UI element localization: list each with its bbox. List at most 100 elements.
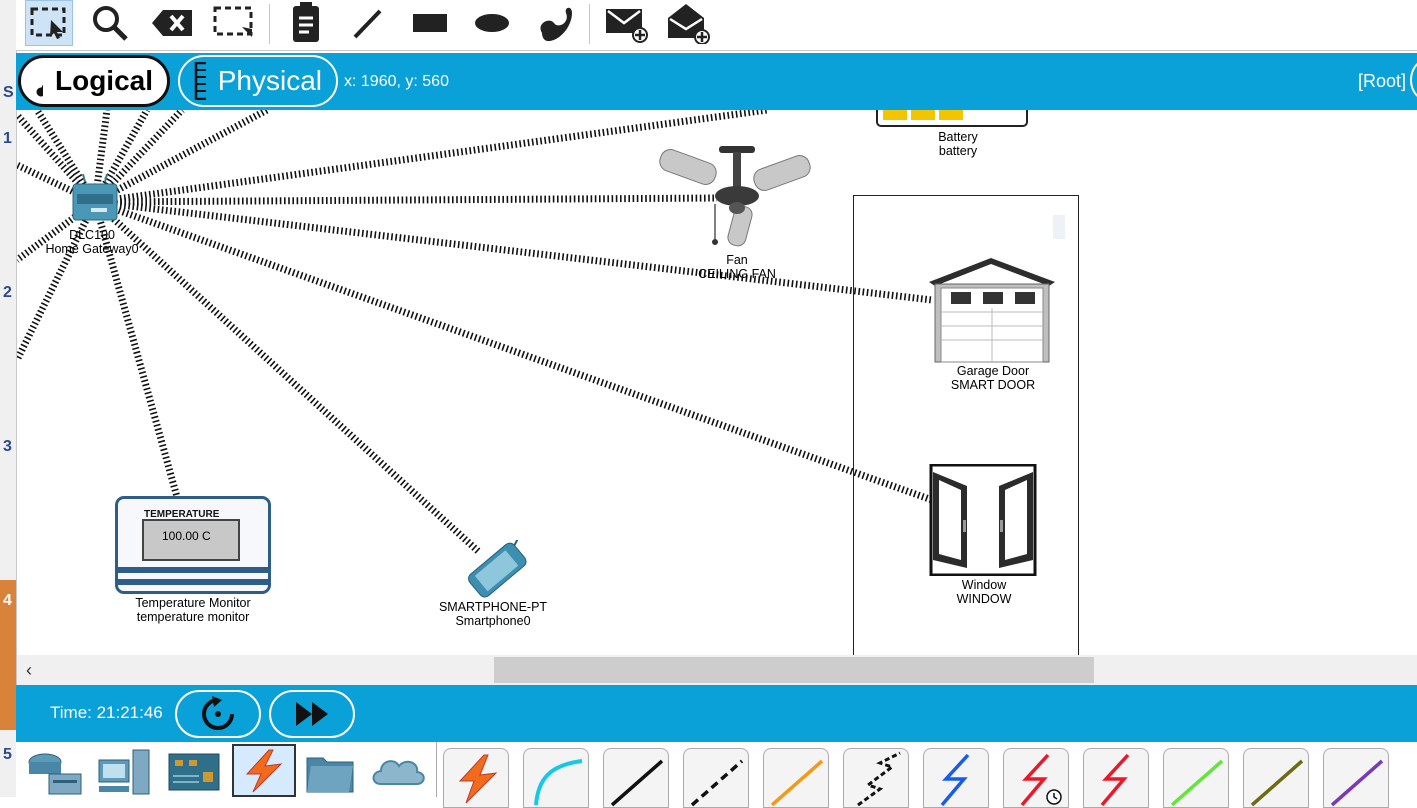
garage-door-label: Garage Door SMART DOOR [933, 364, 1053, 392]
ruler-label: 5 [3, 746, 12, 763]
fast-forward-button[interactable] [269, 690, 355, 738]
delete-tool-button[interactable] [148, 0, 196, 46]
toolbar-separator [269, 4, 270, 44]
phone-cable-button[interactable] [843, 748, 909, 808]
ruler-label: 4 [3, 592, 12, 609]
computer-icon [98, 749, 150, 794]
battery-label: Battery battery [913, 130, 1003, 158]
place-note-tool-button[interactable] [282, 0, 330, 46]
window-type: Window [961, 578, 1007, 592]
crossover-cable-button[interactable] [683, 748, 749, 808]
window-name: WINDOW [956, 592, 1012, 606]
add-complex-pdu-button[interactable] [664, 0, 712, 46]
temperature-monitor-name: temperature monitor [136, 610, 250, 624]
gateway-name: Home Gateway0 [45, 242, 139, 256]
ceiling-fan-icon[interactable] [657, 146, 817, 252]
usb-cable-icon [1330, 759, 1384, 807]
garage-door-name: SMART DOOR [950, 378, 1036, 392]
window-label: Window WINDOW [924, 578, 1044, 606]
ruler-label: S [3, 84, 14, 101]
serial-dce-icon [1020, 753, 1062, 807]
miscellaneous-category[interactable] [298, 744, 362, 797]
monitor-stripe [118, 567, 268, 573]
connections-category[interactable] [232, 744, 296, 797]
delete-icon [152, 10, 192, 36]
battery-icon[interactable] [875, 110, 1029, 128]
console-cable-icon [534, 759, 583, 806]
serial-dte-cable-button[interactable] [1083, 748, 1149, 808]
open-envelope-add-icon [668, 4, 710, 44]
smartphone-icon[interactable] [455, 540, 539, 600]
iot-custom-cable-icon [1250, 759, 1304, 807]
ruler-label: 2 [3, 284, 12, 301]
rack-icon [194, 62, 206, 100]
ellipse-icon [475, 14, 509, 32]
note-icon [293, 2, 319, 42]
smartphone-name: Smartphone0 [455, 614, 531, 628]
logical-workspace-canvas[interactable]: DLC100 Home Gateway0 Battery battery Fan… [17, 110, 1417, 655]
garage-door-icon[interactable] [927, 256, 1057, 364]
inspect-tool-button[interactable] [86, 0, 134, 46]
root-navigation-link[interactable]: [Root] [1358, 71, 1406, 92]
temperature-reading: 100.00 C [142, 519, 240, 561]
serial-dte-icon [1100, 753, 1130, 807]
simulation-time: Time: 21:21:46 [50, 703, 163, 722]
ruler-label: 3 [3, 438, 12, 455]
battery-type: Battery [938, 130, 978, 144]
components-category[interactable] [162, 744, 226, 797]
cloud-icon [372, 759, 425, 785]
fan-type: Fan [726, 253, 748, 267]
circuit-board-icon [168, 753, 220, 790]
auto-connection-button[interactable] [443, 748, 509, 808]
line-icon [353, 9, 382, 39]
draw-rectangle-tool-button[interactable] [406, 0, 454, 46]
fan-name: CEILING FAN [698, 267, 776, 281]
draw-ellipse-tool-button[interactable] [468, 0, 516, 46]
logical-topology-icon [36, 84, 43, 97]
network-devices-category[interactable] [22, 744, 86, 797]
smartphone-label: SMARTPHONE-PT Smartphone0 [433, 600, 553, 628]
room-marker [1053, 215, 1065, 239]
envelope-add-icon [606, 9, 648, 43]
straight-through-cable-button[interactable] [603, 748, 669, 808]
home-gateway-icon[interactable] [69, 174, 121, 228]
power-cycle-button[interactable] [175, 690, 261, 738]
temperature-monitor-label: Temperature Monitor temperature monitor [123, 596, 263, 624]
router-switch-icon [28, 753, 82, 794]
console-cable-button[interactable] [523, 748, 589, 808]
coaxial-cable-icon [940, 753, 970, 807]
magnifier-icon [93, 6, 128, 41]
usb-cable-button[interactable] [1323, 748, 1389, 808]
window-icon[interactable] [929, 464, 1037, 576]
palette-separator [436, 742, 437, 797]
end-devices-category[interactable] [92, 744, 156, 797]
draw-line-tool-button[interactable] [344, 0, 392, 46]
resize-shape-tool-button[interactable] [210, 0, 258, 46]
gateway-label: DLC100 Home Gateway0 [32, 228, 152, 256]
crossover-cable-icon [690, 759, 744, 807]
workspace-mode-bar: Logical Physical [16, 53, 1417, 110]
monitor-stripe [118, 579, 268, 585]
gateway-model: DLC100 [69, 228, 115, 242]
logical-mode-button[interactable]: Logical [18, 55, 170, 107]
multiuser-category[interactable] [366, 744, 430, 797]
octal-cable-button[interactable] [1163, 748, 1229, 808]
add-simple-pdu-button[interactable] [602, 0, 650, 46]
folder-icon [306, 757, 354, 792]
iot-custom-cable-button[interactable] [1243, 748, 1309, 808]
fast-forward-icon [296, 702, 328, 726]
fiber-cable-button[interactable] [763, 748, 829, 808]
serial-dce-cable-button[interactable] [1003, 748, 1069, 808]
coaxial-cable-button[interactable] [923, 748, 989, 808]
temperature-monitor-device[interactable]: TEMPERATURE 100.00 C [115, 496, 271, 594]
logical-mode-label: Logical [54, 65, 153, 96]
smartphone-type: SMARTPHONE-PT [438, 600, 548, 614]
main-toolbar [16, 0, 1417, 51]
scroll-left-arrow-icon[interactable]: ‹ [26, 660, 32, 681]
physical-mode-button[interactable]: Physical [178, 55, 338, 107]
straight-cable-icon [610, 759, 664, 807]
select-tool-button[interactable] [25, 0, 73, 46]
horizontal-scrollbar-thumb[interactable] [494, 657, 1094, 683]
battery-name: battery [938, 144, 978, 158]
freeform-tool-button[interactable] [530, 0, 578, 46]
